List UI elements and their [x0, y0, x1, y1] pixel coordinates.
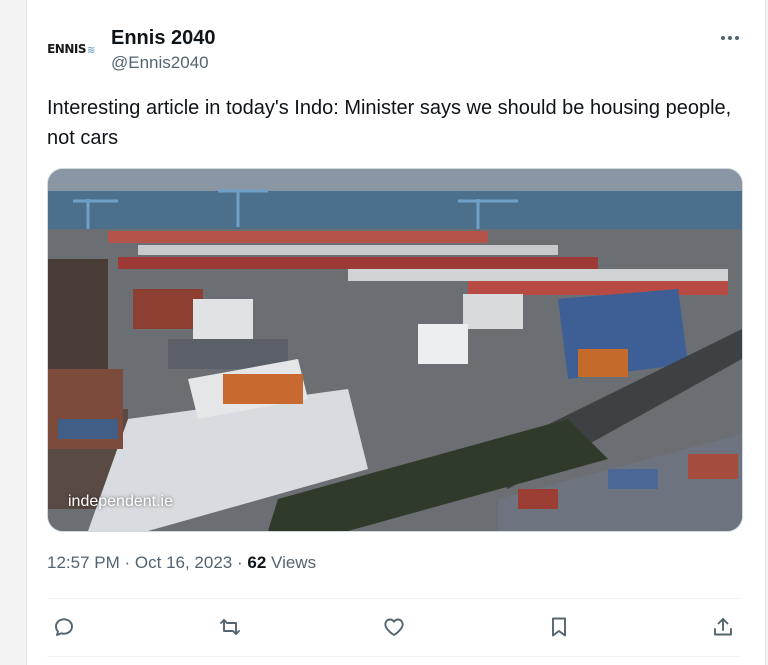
meta-separator: ·	[124, 553, 131, 572]
tweet-time[interactable]: 12:57 PM	[47, 553, 120, 572]
bookmark-button[interactable]	[542, 610, 576, 644]
tweet-actions	[47, 610, 741, 644]
share-icon	[714, 618, 732, 636]
share-button[interactable]	[706, 610, 740, 644]
reply-icon	[55, 618, 73, 636]
port-photo	[48, 169, 742, 531]
retweet-button[interactable]	[213, 610, 247, 644]
tweet-text: Interesting article in today's Indo: Min…	[47, 97, 732, 149]
tweet-card: ENNIS≋ Ennis 2040 @Ennis2040 Interesting…	[26, 0, 766, 665]
views-label: Views	[271, 553, 317, 572]
views-count: 62	[247, 553, 267, 572]
bookmark-icon	[552, 617, 566, 637]
more-horizontal-icon	[721, 36, 739, 40]
author-handle[interactable]: @Ennis2040	[111, 53, 209, 73]
more-options-button[interactable]	[717, 26, 743, 50]
divider	[47, 656, 741, 657]
meta-separator: ·	[236, 553, 243, 572]
avatar-logo: ENNIS≋	[47, 42, 95, 56]
heart-icon	[384, 618, 404, 636]
retweet-icon	[220, 619, 240, 635]
reply-button[interactable]	[47, 610, 81, 644]
tweet-image[interactable]: independent.ie	[47, 168, 743, 532]
author-name[interactable]: Ennis 2040	[111, 27, 216, 50]
avatar[interactable]: ENNIS≋	[41, 28, 101, 70]
divider	[47, 598, 741, 599]
tweet-date[interactable]: Oct 16, 2023	[135, 553, 232, 572]
image-watermark: independent.ie	[68, 493, 173, 510]
like-button[interactable]	[377, 610, 411, 644]
tweet-meta: 12:57 PM · Oct 16, 2023 · 62 Views	[47, 553, 316, 573]
